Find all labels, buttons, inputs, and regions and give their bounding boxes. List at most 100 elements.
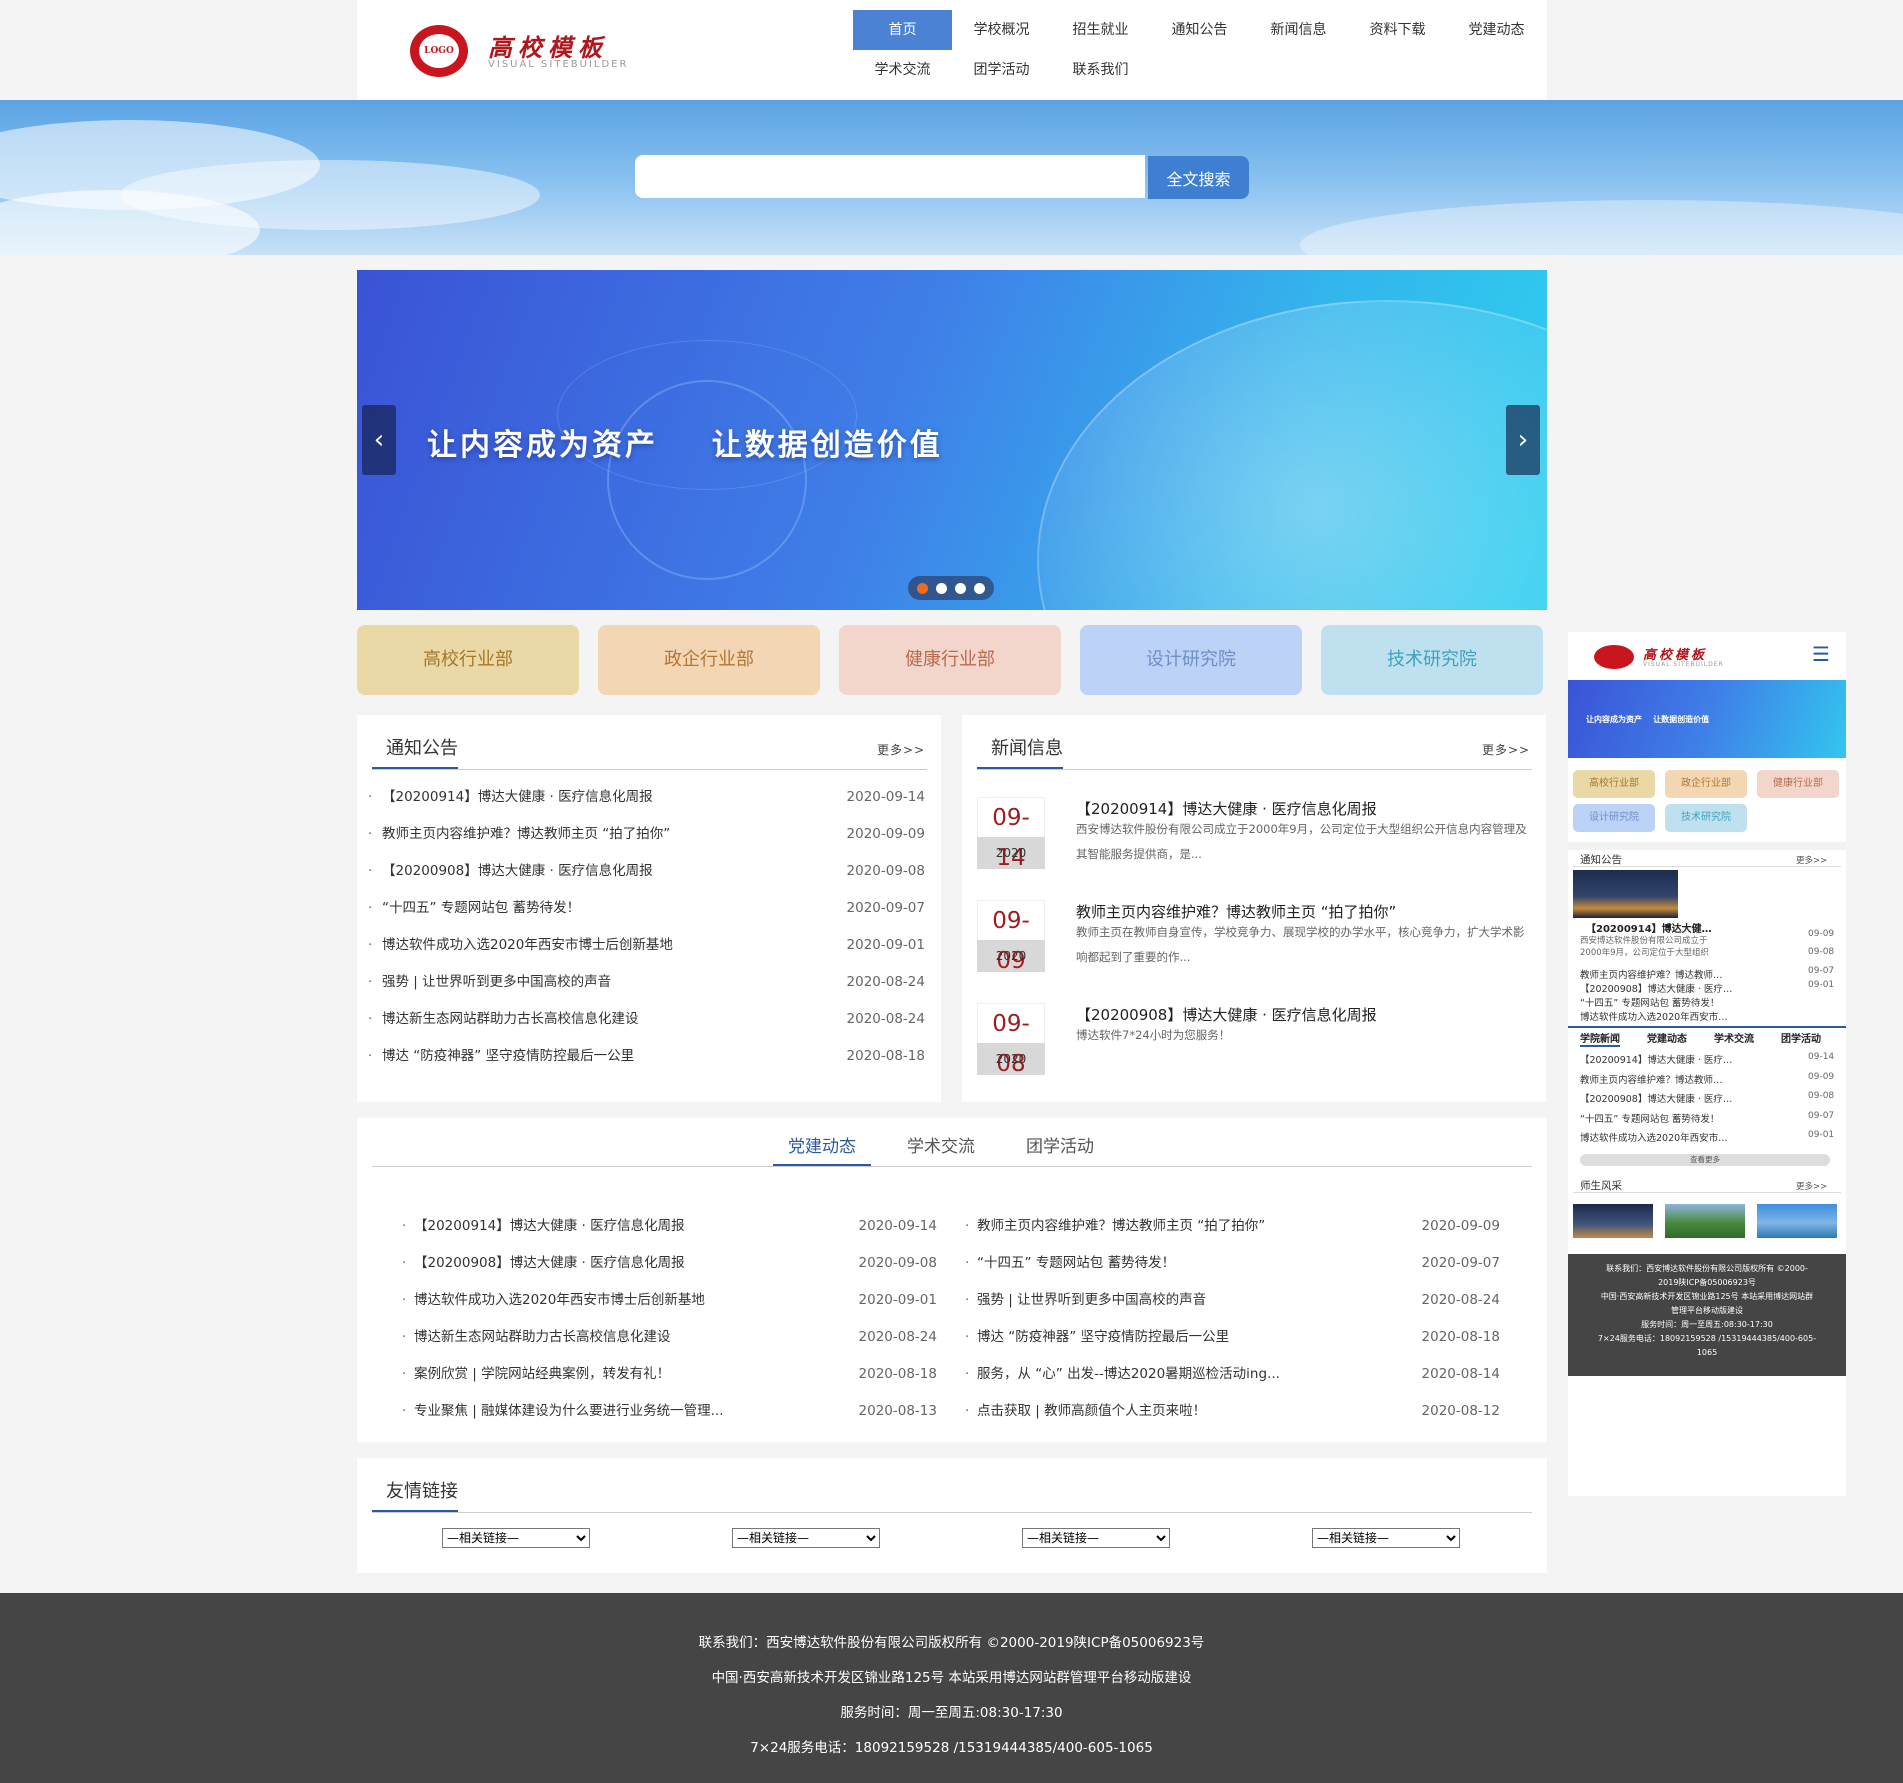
tab-list-item-title[interactable]: “十四五” 专题网站包 蓄势待发！ bbox=[977, 1253, 1175, 1273]
mobile-gallery-photo[interactable] bbox=[1573, 1204, 1653, 1238]
notice-item[interactable]: 【20200914】博达大健康 · 医疗信息化周报 2020-09-14 · bbox=[368, 787, 925, 807]
tab-list-item[interactable]: · 点击获取 | 教师高颜值个人主页来啦！ 2020-08-12 bbox=[965, 1401, 1500, 1421]
tab-list-item[interactable]: · 服务，从 “心” 出发--博达2020暑期巡检活动ing... 2020-08-… bbox=[965, 1364, 1500, 1384]
tab-list-item-title[interactable]: 教师主页内容维护难？博达教师主页 “拍了拍你” bbox=[977, 1216, 1265, 1236]
notice-item-title[interactable]: 博达新生态网站群助力古长高校信息化建设 bbox=[382, 1009, 639, 1029]
notice-item[interactable]: 【20200908】博达大健康 · 医疗信息化周报 2020-09-08 · bbox=[368, 861, 925, 881]
nav-item-overview[interactable]: 学校概况 bbox=[952, 10, 1051, 50]
mobile-dept-tag[interactable]: 高校行业部 bbox=[1573, 770, 1655, 798]
tab-list-item-title[interactable]: 博达 “防疫神器” 坚守疫情防控最后一公里 bbox=[977, 1327, 1229, 1347]
notice-item-title[interactable]: 博达 “防疫神器” 坚守疫情防控最后一公里 bbox=[382, 1046, 634, 1066]
dept-health[interactable]: 健康行业部 bbox=[839, 625, 1061, 695]
dept-tech-institute[interactable]: 技术研究院 bbox=[1321, 625, 1543, 695]
notice-item-title[interactable]: 博达软件成功入选2020年西安市博士后创新基地 bbox=[382, 935, 673, 955]
nav-item-party[interactable]: 党建动态 bbox=[1447, 10, 1546, 50]
tab-list-item[interactable]: · 教师主页内容维护难？博达教师主页 “拍了拍你” 2020-09-09 bbox=[965, 1216, 1500, 1236]
mobile-dept-tag[interactable]: 健康行业部 bbox=[1757, 770, 1839, 798]
news-item-title[interactable]: 【20200908】博达大健康 · 医疗信息化周报 bbox=[1076, 1004, 1377, 1025]
mobile-gallery-more[interactable]: 更多>> bbox=[1796, 1180, 1827, 1192]
mobile-news-item[interactable]: 教师主页内容维护难？博达教师… bbox=[1580, 1072, 1723, 1086]
mobile-dept-tag[interactable]: 设计研究院 bbox=[1573, 804, 1655, 832]
link-select[interactable]: —相关链接— bbox=[442, 1528, 590, 1548]
tab-list-item-title[interactable]: 博达新生态网站群助力古长高校信息化建设 bbox=[414, 1327, 671, 1347]
site-logo[interactable]: LOGO 高校模板 VISUAL SITEBUILDER bbox=[410, 22, 630, 80]
slider-dot[interactable] bbox=[974, 583, 985, 594]
slider-dot[interactable] bbox=[917, 583, 928, 594]
nav-item-news[interactable]: 新闻信息 bbox=[1249, 10, 1348, 50]
link-select[interactable]: —相关链接— bbox=[1312, 1528, 1460, 1548]
mobile-dept-tag[interactable]: 政企行业部 bbox=[1665, 770, 1747, 798]
mobile-news-item[interactable]: “十四五” 专题网站包 蓄势待发！ bbox=[1580, 1111, 1719, 1125]
search-input[interactable] bbox=[635, 155, 1145, 198]
notice-item[interactable]: “十四五” 专题网站包 蓄势待发！ 2020-09-07 · bbox=[368, 898, 925, 918]
mobile-notice-item[interactable]: 博达软件成功入选2020年西安市… bbox=[1580, 1009, 1728, 1023]
nav-item-academic[interactable]: 学术交流 bbox=[853, 50, 952, 90]
slider-dot[interactable] bbox=[936, 583, 947, 594]
mobile-notice-item[interactable]: 教师主页内容维护难？博达教师… bbox=[1580, 967, 1723, 981]
link-select[interactable]: —相关链接— bbox=[732, 1528, 880, 1548]
tab-list-item[interactable]: · 博达新生态网站群助力古长高校信息化建设 2020-08-24 bbox=[402, 1327, 937, 1347]
notice-more-link[interactable]: 更多>> bbox=[877, 741, 925, 758]
notice-item-title[interactable]: 强势 | 让世界听到更多中国高校的声音 bbox=[382, 972, 611, 992]
notice-item[interactable]: 博达新生态网站群助力古长高校信息化建设 2020-08-24 · bbox=[368, 1009, 925, 1029]
notice-item[interactable]: 博达 “防疫神器” 坚守疫情防控最后一公里 2020-08-18 · bbox=[368, 1046, 925, 1066]
news-more-link[interactable]: 更多>> bbox=[1482, 741, 1530, 758]
mobile-news-item[interactable]: 【20200908】博达大健康 · 医疗… bbox=[1580, 1091, 1732, 1105]
tab-list-item-title[interactable]: 专业聚焦 | 融媒体建设为什么要进行业务统一管理... bbox=[414, 1401, 724, 1421]
slider-dot[interactable] bbox=[955, 583, 966, 594]
notice-item[interactable]: 强势 | 让世界听到更多中国高校的声音 2020-08-24 · bbox=[368, 972, 925, 992]
tab-list-item-title[interactable]: 案例欣赏 | 学院网站经典案例，转发有礼！ bbox=[414, 1364, 670, 1384]
mobile-notice-more[interactable]: 更多>> bbox=[1796, 854, 1827, 866]
slider-next-arrow-icon[interactable]: › bbox=[1506, 405, 1540, 475]
notice-item[interactable]: 教师主页内容维护难？博达教师主页 “拍了拍你” 2020-09-09 · bbox=[368, 824, 925, 844]
notice-item-title[interactable]: “十四五” 专题网站包 蓄势待发！ bbox=[382, 898, 580, 918]
notice-item[interactable]: 博达软件成功入选2020年西安市博士后创新基地 2020-09-01 · bbox=[368, 935, 925, 955]
mobile-gallery-photo[interactable] bbox=[1665, 1204, 1745, 1238]
tab-party[interactable]: 党建动态 bbox=[773, 1128, 871, 1166]
mobile-tab[interactable]: 党建动态 bbox=[1647, 1030, 1687, 1045]
mobile-dept-tag[interactable]: 技术研究院 bbox=[1665, 804, 1747, 832]
mobile-gallery-photo[interactable] bbox=[1757, 1204, 1837, 1238]
tab-list-item-title[interactable]: 博达软件成功入选2020年西安市博士后创新基地 bbox=[414, 1290, 705, 1310]
tab-list-item[interactable]: · 强势 | 让世界听到更多中国高校的声音 2020-08-24 bbox=[965, 1290, 1500, 1310]
dept-government[interactable]: 政企行业部 bbox=[598, 625, 820, 695]
mobile-tab[interactable]: 团学活动 bbox=[1781, 1030, 1821, 1045]
mobile-tab[interactable]: 学院新闻 bbox=[1580, 1030, 1620, 1047]
search-button[interactable]: 全文搜索 bbox=[1148, 156, 1249, 199]
dept-design-institute[interactable]: 设计研究院 bbox=[1080, 625, 1302, 695]
tab-list-item-title[interactable]: 点击获取 | 教师高颜值个人主页来啦！ bbox=[977, 1401, 1206, 1421]
tab-list-item[interactable]: · 【20200914】博达大健康 · 医疗信息化周报 2020-09-14 bbox=[402, 1216, 937, 1236]
notice-item-title[interactable]: 教师主页内容维护难？博达教师主页 “拍了拍你” bbox=[382, 824, 670, 844]
mobile-news-item[interactable]: 博达软件成功入选2020年西安市… bbox=[1580, 1130, 1728, 1144]
news-item-title[interactable]: 【20200914】博达大健康 · 医疗信息化周报 bbox=[1076, 798, 1377, 819]
mobile-view-more-button[interactable]: 查看更多 bbox=[1580, 1154, 1830, 1166]
mobile-menu-icon[interactable]: ☰ bbox=[1812, 642, 1830, 666]
mobile-tab[interactable]: 学术交流 bbox=[1714, 1030, 1754, 1045]
nav-item-league[interactable]: 团学活动 bbox=[952, 50, 1051, 90]
tab-list-item[interactable]: · 博达软件成功入选2020年西安市博士后创新基地 2020-09-01 bbox=[402, 1290, 937, 1310]
mobile-notice-item[interactable]: 【20200908】博达大健康 · 医疗… bbox=[1580, 981, 1732, 995]
news-item-title[interactable]: 教师主页内容维护难？博达教师主页 “拍了拍你” bbox=[1076, 901, 1396, 922]
dept-university[interactable]: 高校行业部 bbox=[357, 625, 579, 695]
tab-list-item[interactable]: · 【20200908】博达大健康 · 医疗信息化周报 2020-09-08 bbox=[402, 1253, 937, 1273]
tab-list-item[interactable]: · 专业聚焦 | 融媒体建设为什么要进行业务统一管理... 2020-08-13 bbox=[402, 1401, 937, 1421]
mobile-notice-item[interactable]: “十四五” 专题网站包 蓄势待发！ bbox=[1580, 995, 1719, 1009]
tab-academic[interactable]: 学术交流 bbox=[892, 1128, 990, 1166]
nav-item-contact[interactable]: 联系我们 bbox=[1051, 50, 1150, 90]
notice-item-title[interactable]: 【20200908】博达大健康 · 医疗信息化周报 bbox=[382, 861, 653, 881]
tab-list-item-title[interactable]: 服务，从 “心” 出发--博达2020暑期巡检活动ing... bbox=[977, 1364, 1280, 1384]
mobile-notice-photo[interactable] bbox=[1573, 870, 1678, 918]
nav-item-admissions[interactable]: 招生就业 bbox=[1051, 10, 1150, 50]
nav-item-notices[interactable]: 通知公告 bbox=[1150, 10, 1249, 50]
tab-list-item-title[interactable]: 强势 | 让世界听到更多中国高校的声音 bbox=[977, 1290, 1206, 1310]
tab-list-item[interactable]: · 案例欣赏 | 学院网站经典案例，转发有礼！ 2020-08-18 bbox=[402, 1364, 937, 1384]
link-select[interactable]: —相关链接— bbox=[1022, 1528, 1170, 1548]
mobile-news-item[interactable]: 【20200914】博达大健康 · 医疗… bbox=[1580, 1052, 1732, 1066]
tab-list-item[interactable]: · 博达 “防疫神器” 坚守疫情防控最后一公里 2020-08-18 bbox=[965, 1327, 1500, 1347]
nav-item-downloads[interactable]: 资料下载 bbox=[1348, 10, 1447, 50]
nav-item-home[interactable]: 首页 bbox=[853, 10, 952, 50]
tab-league[interactable]: 团学活动 bbox=[1011, 1128, 1109, 1166]
mobile-featured-title[interactable]: 【20200914】博达大健… bbox=[1586, 920, 1712, 935]
notice-item-title[interactable]: 【20200914】博达大健康 · 医疗信息化周报 bbox=[382, 787, 653, 807]
tab-list-item-title[interactable]: 【20200908】博达大健康 · 医疗信息化周报 bbox=[414, 1253, 685, 1273]
